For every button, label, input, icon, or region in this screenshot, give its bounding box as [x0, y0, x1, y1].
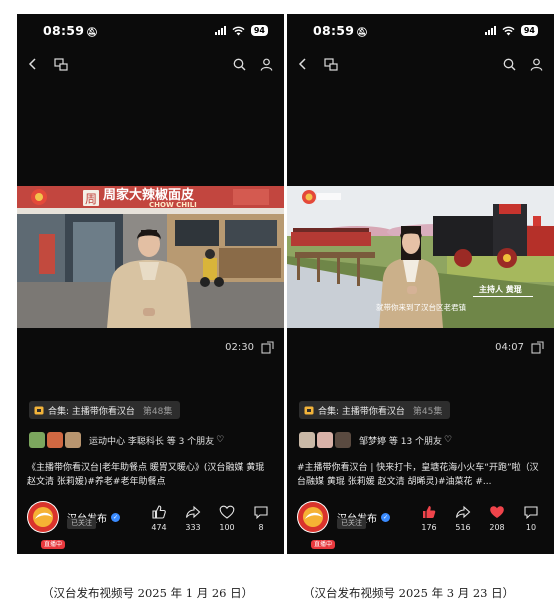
caption-right: （汉台发布视频号 2025 年 3 月 23 日）	[303, 586, 515, 600]
friends-liked-text: 运动中心 李聪科长 等 3 个朋友	[89, 436, 215, 447]
favorite-count: 100	[219, 523, 235, 532]
author-logo-icon[interactable]	[297, 501, 329, 533]
comment-bubble-icon	[524, 506, 538, 520]
live-badge: 直播中	[41, 540, 66, 549]
share-arrow-icon	[185, 505, 201, 519]
video-description: 《主播带你看汉台|老年助餐点 暖胃又暖心》(汉台融媒 黄琨 赵文清 张莉媛)#养…	[27, 463, 265, 487]
live-badge: 直播中	[311, 540, 336, 549]
top-nav	[17, 54, 284, 78]
video-duration: 04:07	[495, 342, 524, 353]
status-bar: 08:59 🔕︎ 94	[17, 14, 284, 50]
video-duration: 02:30	[225, 342, 254, 353]
pip-window-icon[interactable]	[321, 54, 341, 74]
status-time: 08:59 🔕︎	[313, 23, 369, 38]
like-count: 176	[421, 523, 437, 532]
status-time: 08:59 🔕︎	[43, 23, 99, 38]
fullscreen-rotate-icon[interactable]	[531, 341, 544, 354]
comment-button[interactable]: 10	[516, 504, 546, 532]
collection-icon	[304, 406, 314, 415]
cellular-signal-icon	[214, 26, 226, 35]
status-bar: 08:59 🔕︎ 94	[287, 14, 554, 50]
video-description: #主播带你看汉台 | 快来打卡，皇塘花海小火车“开跑”啦（汉台融媒 黄琨 张莉媛…	[297, 463, 539, 487]
collection-episode: 第48集	[142, 406, 173, 417]
shop-sign-subtext: CHOW CHILI	[149, 201, 197, 209]
duration-row: 02:30	[225, 341, 274, 354]
mute-bell-icon: 🔕︎	[86, 28, 99, 38]
heart-icon	[219, 505, 235, 519]
small-heart-icon: ♡	[444, 435, 453, 445]
video-subtitle: 就带你来到了汉台区老君镇	[376, 302, 466, 312]
video-frame: 周 周家大辣椒面皮 CHOW CHILI	[17, 186, 284, 328]
collection-chip[interactable]: 合集: 主播带你看汉台 第48集	[29, 401, 181, 419]
share-count: 333	[185, 523, 201, 532]
comment-button[interactable]: 8	[246, 504, 276, 532]
phone-screenshot-left: 08:59 🔕︎ 94 周 周家大辣椒面皮 CHOW CHILI 02:30 合…	[17, 14, 284, 554]
share-button[interactable]: 333	[178, 504, 208, 532]
share-count: 516	[455, 523, 471, 532]
friend-avatar	[317, 432, 333, 448]
pip-window-icon[interactable]	[51, 54, 71, 74]
comment-count: 10	[525, 523, 537, 532]
small-heart-icon: ♡	[216, 435, 225, 445]
video-player[interactable]: 主持人 黄琨 就带你来到了汉台区老君镇	[287, 186, 554, 328]
back-arrow-icon[interactable]	[23, 54, 43, 74]
mute-bell-icon: 🔕︎	[356, 28, 369, 38]
favorite-button[interactable]: 208	[482, 504, 512, 532]
profile-icon[interactable]	[256, 54, 276, 74]
friend-avatar	[29, 432, 45, 448]
top-nav	[287, 54, 554, 78]
author-logo-icon[interactable]	[27, 501, 59, 533]
friend-avatar	[299, 432, 315, 448]
profile-icon[interactable]	[526, 54, 546, 74]
verified-icon: ✓	[111, 512, 120, 522]
like-button[interactable]: 176	[414, 504, 444, 532]
follow-status-button[interactable]: 已关注	[67, 518, 96, 529]
author-block[interactable]: 直播中 汉台发布 ✓ 已关注	[27, 501, 120, 549]
search-icon[interactable]	[499, 54, 519, 74]
follow-status-button[interactable]: 已关注	[337, 518, 366, 529]
svg-text:周: 周	[85, 192, 97, 206]
video-player[interactable]: 周 周家大辣椒面皮 CHOW CHILI	[17, 186, 284, 328]
like-count: 474	[151, 523, 167, 532]
lower-third-name: 主持人 黄琨	[479, 284, 522, 294]
author-block[interactable]: 直播中 汉台发布 ✓ 已关注	[297, 501, 390, 549]
duration-row: 04:07	[495, 341, 544, 354]
comment-count: 8	[258, 523, 264, 532]
thumbs-up-icon	[423, 506, 436, 518]
heart-icon	[490, 506, 504, 518]
comment-bubble-icon	[254, 506, 268, 520]
battery-indicator: 94	[520, 25, 538, 36]
wifi-icon	[232, 26, 245, 35]
share-button[interactable]: 516	[448, 504, 478, 532]
like-button[interactable]: 474	[144, 504, 174, 532]
friends-liked-row[interactable]: 运动中心 李聪科长 等 3 个朋友 ♡	[29, 432, 224, 448]
collection-label: 合集: 主播带你看汉台	[318, 406, 405, 417]
collection-episode: 第45集	[412, 406, 443, 417]
thumbs-up-icon	[152, 505, 166, 519]
battery-indicator: 94	[250, 25, 268, 36]
friend-avatar	[47, 432, 63, 448]
collection-chip[interactable]: 合集: 主播带你看汉台 第45集	[299, 401, 451, 419]
favorite-count: 208	[489, 523, 505, 532]
collection-label: 合集: 主播带你看汉台	[48, 406, 135, 417]
cellular-signal-icon	[484, 26, 496, 35]
back-arrow-icon[interactable]	[293, 54, 313, 74]
fullscreen-rotate-icon[interactable]	[261, 341, 274, 354]
search-icon[interactable]	[229, 54, 249, 74]
share-arrow-icon	[455, 505, 471, 519]
wifi-icon	[502, 26, 515, 35]
favorite-button[interactable]: 100	[212, 504, 242, 532]
friend-avatar	[335, 432, 351, 448]
collection-icon	[34, 406, 44, 415]
action-bar: 176 516 208 10	[414, 504, 546, 532]
phone-screenshot-right: 08:59 🔕︎ 94 主持人 黄琨 就带你来到了汉台区老君镇 04:07 合集…	[287, 14, 554, 554]
verified-icon: ✓	[381, 512, 390, 522]
friend-avatar	[65, 432, 81, 448]
caption-left: （汉台发布视频号 2025 年 1 月 26 日）	[42, 586, 254, 600]
video-frame: 主持人 黄琨 就带你来到了汉台区老君镇	[287, 186, 554, 328]
friends-liked-row[interactable]: 邹梦婷 等 13 个朋友 ♡	[299, 432, 452, 448]
action-bar: 474 333 100 8	[144, 504, 276, 532]
friends-liked-text: 邹梦婷 等 13 个朋友	[359, 436, 443, 447]
